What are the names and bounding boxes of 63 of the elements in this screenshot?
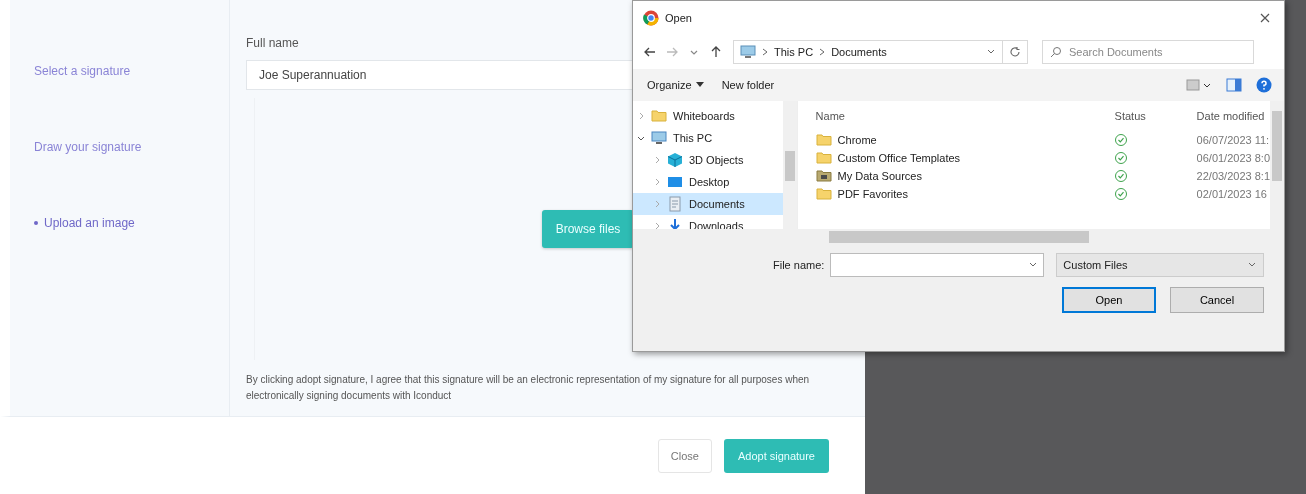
back-arrow-icon: [643, 45, 657, 59]
tree-item[interactable]: 3D Objects: [633, 149, 783, 171]
signature-option-tab[interactable]: Upload an image: [34, 216, 135, 230]
tree-item[interactable]: This PC: [633, 127, 783, 149]
folder-icon: [815, 150, 832, 166]
file-type-dropdown[interactable]: Custom Files: [1056, 253, 1264, 277]
tree-item[interactable]: Documents: [633, 193, 783, 215]
disclaimer-text: By clicking adopt signature, I agree that this signature will be an electronic representation of my signature for all purposes when electronically signing documents with Iconduct: [246, 373, 811, 403]
pane-icon: [1226, 78, 1242, 92]
data-folder-icon: [815, 168, 832, 184]
folder-icon: [815, 132, 832, 148]
scrollbar[interactable]: [633, 229, 1284, 245]
open-button[interactable]: Open: [1062, 287, 1156, 313]
date-modified-cell: 06/01/2023 8:0: [1196, 152, 1270, 164]
monitor-icon: [667, 174, 683, 190]
folder-icon: [651, 108, 667, 124]
date-modified-cell-text: 02/01/2023 16: [1196, 188, 1268, 200]
preview-pane-button[interactable]: [1224, 76, 1244, 94]
chevron-right-icon: [818, 47, 827, 57]
computer-icon: [651, 130, 667, 146]
file-name[interactable]: PDF Favorites: [837, 188, 908, 200]
check-circle-icon: [1114, 152, 1127, 164]
app-logo-icon: [643, 10, 659, 26]
tree-item[interactable]: Desktop: [633, 171, 783, 193]
breadcrumb-item[interactable]: This PC: [774, 46, 814, 58]
check-circle-icon: [1114, 188, 1127, 200]
column-header[interactable]: Name: [797, 110, 1111, 122]
close-button[interactable]: Close: [657, 438, 712, 473]
help-button[interactable]: [1254, 75, 1274, 95]
computer-icon: [740, 45, 756, 59]
help-icon: [1256, 77, 1272, 93]
column-header[interactable]: Date modified: [1196, 110, 1270, 122]
search-field[interactable]: Search Documents: [1042, 40, 1254, 64]
cancel-button[interactable]: Cancel: [1170, 287, 1264, 313]
field-label: File name:: [773, 259, 825, 271]
column-header[interactable]: Status: [1110, 110, 1197, 122]
check-circle-icon: [1114, 134, 1127, 146]
forward-arrow-icon: [665, 45, 679, 59]
caret-down-icon: [695, 82, 704, 88]
field-label: Full name: [246, 36, 300, 50]
date-modified-cell: 06/07/2023 11:: [1196, 134, 1270, 146]
up-arrow-icon: [709, 45, 723, 59]
view-icon: [1186, 78, 1212, 92]
cube-icon: [667, 152, 683, 168]
file-name[interactable]: Chrome: [837, 134, 877, 146]
address-bar[interactable]: This PC Documents: [733, 40, 1003, 64]
check-circle-icon: [1114, 170, 1127, 182]
document-icon: [667, 196, 683, 212]
organize-menu-button[interactable]: Organize: [643, 77, 708, 93]
file-name-field[interactable]: [830, 253, 1045, 277]
close-icon: [1260, 13, 1270, 23]
dialog-title: Open: [665, 12, 692, 24]
new-folder-button[interactable]: New folder: [717, 77, 779, 93]
refresh-icon: [1009, 46, 1021, 58]
chevron-right-icon: [761, 47, 769, 57]
search-icon: [1050, 46, 1062, 58]
breadcrumb-item[interactable]: Documents: [831, 46, 887, 58]
tree-item[interactable]: Whiteboards: [633, 105, 783, 127]
folder-icon: [815, 186, 832, 202]
date-modified-cell: 22/03/2023 8:1: [1196, 170, 1270, 182]
file-name[interactable]: My Data Sources: [837, 170, 922, 182]
file-name[interactable]: Custom Office Templates: [837, 152, 961, 164]
refresh-button[interactable]: [1002, 40, 1028, 64]
